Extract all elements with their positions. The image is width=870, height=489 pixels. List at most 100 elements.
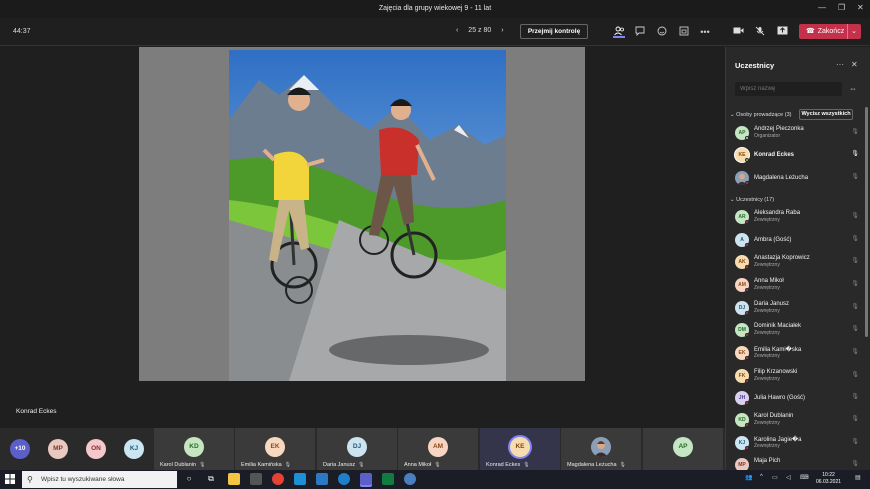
mic-off-icon: 🎙 — [851, 416, 859, 422]
video-tile[interactable]: EK Emilia Kamińska 🎙 — [235, 428, 315, 470]
participant-row[interactable]: A Ambra (Gość) 🎙 — [735, 231, 859, 251]
app-icon[interactable] — [404, 473, 416, 485]
teams-icon[interactable] — [360, 473, 372, 485]
participant-row[interactable]: DJ Daria Janusz Zewnętrzny 🎙 — [735, 299, 859, 319]
participant-role: Zewnętrzny — [754, 420, 780, 426]
shared-screen — [139, 47, 585, 381]
video-tile[interactable]: DJ Daria Janusz 🎙 — [317, 428, 397, 470]
video-tile[interactable]: AP — [643, 428, 723, 470]
participant-row[interactable]: JH Julia Hawro (Gość) 🎙 — [735, 389, 859, 409]
edge-icon[interactable] — [338, 473, 350, 485]
chevron-down-icon[interactable]: ⌄ — [847, 24, 857, 39]
mute-all-button[interactable]: Wycisz wszystkich — [799, 109, 853, 120]
participant-row[interactable]: MP Maja Pich 🎙 — [735, 456, 859, 470]
window-title: Zajęcia dla grupy wiekowej 9 - 11 lat — [378, 5, 492, 12]
mic-off-icon: 🎙 — [851, 236, 859, 242]
windows-start-icon[interactable] — [5, 474, 15, 487]
video-tile[interactable]: KD Karol Dublanin 🎙 — [154, 428, 234, 470]
participant-role: Organizator — [754, 133, 781, 139]
notification-icon[interactable]: ▤ — [855, 474, 861, 481]
more-actions-icon[interactable]: ••• — [699, 26, 711, 38]
chat-icon[interactable] — [634, 26, 646, 38]
presence-indicator — [745, 401, 749, 405]
avatar-photo — [591, 437, 611, 457]
take-control-button[interactable]: Przejmij kontrolę — [520, 24, 588, 39]
network-icon[interactable]: ▭ — [772, 474, 778, 481]
end-call-label: Zakończ — [817, 28, 845, 35]
participants-panel: Uczestnicy ··· ✕ ⇔ ⌄ Osoby prowadzące (3… — [725, 47, 870, 470]
video-tile[interactable]: Magdalena Leżucha 🎙 — [561, 428, 641, 470]
tile-name: Daria Janusz — [323, 462, 356, 468]
avatar[interactable]: KJ — [124, 439, 144, 459]
end-call-button[interactable]: ☎ Zakończ ⌄ — [799, 24, 861, 39]
excel-icon[interactable] — [382, 473, 394, 485]
people-icon[interactable]: 👥 — [745, 474, 752, 481]
chrome-icon[interactable] — [272, 473, 284, 485]
participant-row[interactable]: DM Dominik Maciałek Zewnętrzny 🎙 — [735, 321, 859, 341]
share-screen-icon[interactable] — [776, 26, 788, 38]
video-tile-active-speaker[interactable]: KE Konrad Eckes 🎙 — [480, 428, 560, 470]
participant-name: Anastazja Koprowicz — [754, 255, 810, 261]
participant-row[interactable]: FK Filip Krzanowski Zewnętrzny 🎙 — [735, 367, 859, 387]
close-window-button[interactable]: ✕ — [857, 3, 864, 12]
camera-icon[interactable] — [732, 26, 744, 38]
maximize-button[interactable]: ❐ — [838, 3, 845, 12]
shared-photo-cyclists — [229, 50, 506, 381]
presenters-section-header[interactable]: ⌄ Osoby prowadzące (3) — [730, 112, 791, 118]
mic-off-icon: 🎙 — [851, 372, 859, 378]
presence-indicator — [745, 265, 749, 269]
participant-row[interactable]: AP Andrzej Pieczonka Organizator 🎙 — [735, 124, 859, 144]
microphone-icon[interactable] — [754, 26, 766, 38]
avatar: AP — [673, 437, 693, 457]
presenter-name: Konrad Eckes — [16, 408, 57, 415]
participant-row[interactable]: KD Karol Dublanin Zewnętrzny 🎙 — [735, 411, 859, 431]
rooms-icon[interactable] — [678, 26, 690, 38]
more-options-icon[interactable]: ··· — [836, 60, 844, 69]
mic-off-icon: 🎙 — [851, 461, 859, 467]
participant-row[interactable]: AK Anastazja Koprowicz Zewnętrzny 🎙 — [735, 253, 859, 273]
taskbar-search-input[interactable]: ⚲ Wpisz tu wyszukiwane słowa — [22, 471, 177, 488]
prev-page-button[interactable]: ‹ — [456, 27, 458, 34]
file-explorer-icon[interactable] — [228, 473, 240, 485]
language-icon[interactable]: ⌨ — [800, 474, 809, 481]
task-view-icon[interactable]: ⧉ — [205, 473, 217, 485]
reactions-icon[interactable] — [656, 26, 668, 38]
presence-indicator — [745, 446, 749, 450]
volume-icon[interactable]: ◁ — [786, 474, 791, 481]
presence-indicator — [745, 243, 749, 247]
participant-name: Karolina Jagie�a — [754, 437, 802, 443]
participant-row[interactable]: EK Emilia Kami�ska Zewnętrzny 🎙 — [735, 344, 859, 364]
panel-title: Uczestnicy — [735, 61, 775, 70]
taskbar-search-placeholder: Wpisz tu wyszukiwane słowa — [41, 476, 125, 483]
panel-scrollbar[interactable] — [865, 107, 868, 337]
next-page-button[interactable]: › — [501, 27, 503, 34]
app-icon[interactable] — [294, 473, 306, 485]
avatar[interactable]: MP — [48, 439, 68, 459]
vscode-icon[interactable] — [316, 473, 328, 485]
avatar[interactable]: ON — [86, 439, 106, 459]
close-icon[interactable]: ✕ — [851, 60, 858, 69]
share-invite-icon[interactable]: ⇔ — [849, 84, 857, 93]
mic-off-icon: 🎙 — [851, 304, 859, 310]
overflow-count[interactable]: +10 — [10, 439, 30, 459]
presence-indicator — [745, 423, 749, 427]
participants-icon[interactable] — [613, 26, 625, 38]
tray-chevron-icon[interactable]: ^ — [760, 474, 763, 480]
participant-row[interactable]: AM Anna Mikoł Zewnętrzny 🎙 — [735, 276, 859, 296]
participant-row[interactable]: KJ Karolina Jagie�a Zewnętrzny 🎙 — [735, 434, 859, 454]
video-tile[interactable]: AM Anna Mikoł 🎙 — [398, 428, 478, 470]
participant-search-input[interactable] — [735, 82, 842, 96]
participant-name: Ambra (Gość) — [754, 237, 792, 243]
participant-row[interactable]: AR Aleksandra Raba Zewnętrzny 🎙 — [735, 208, 859, 228]
taskbar: ⚲ Wpisz tu wyszukiwane słowa ○ ⧉ 👥 ^ ▭ ◁… — [0, 470, 870, 489]
app-icon[interactable] — [250, 473, 262, 485]
tile-name: Magdalena Leżucha — [567, 462, 617, 468]
cortana-icon[interactable]: ○ — [183, 473, 195, 485]
participant-row[interactable]: KE Konrad Eckes 🎙 — [735, 146, 859, 166]
attendees-section-header[interactable]: ⌄ Uczestnicy (17) — [730, 197, 774, 203]
meeting-toolbar: 44:37 ‹ 25 z 80 › Przejmij kontrolę ••• … — [0, 18, 870, 46]
taskbar-clock[interactable]: 10:22 06.03.2021 — [816, 472, 841, 486]
participant-name: Dominik Maciałek — [754, 323, 802, 329]
participant-row[interactable]: Magdalena Leżucha 🎙 — [735, 169, 859, 189]
minimize-button[interactable]: — — [818, 3, 826, 12]
